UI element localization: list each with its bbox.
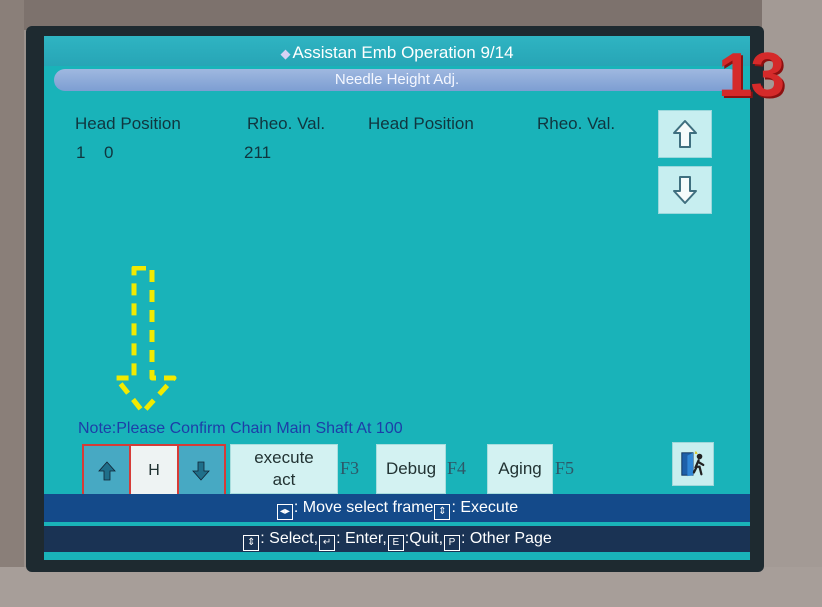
help-execute-text: : Execute: [451, 499, 519, 516]
screen: ◆ Assistan Emb Operation 9/14 Needle Heig…: [44, 36, 750, 560]
select-key-icon: ⇕: [243, 535, 260, 551]
window-title: Assistan Emb Operation 9/14: [292, 43, 514, 62]
enter-key-icon: ↵: [319, 535, 336, 551]
execute-key-label: F3: [340, 458, 360, 478]
annotation-arrow-icon: [113, 266, 177, 415]
device-bezel-left: [0, 0, 24, 607]
col-header-head-position-2: Head Position: [368, 114, 474, 133]
aging-key-label: F5: [555, 458, 575, 478]
page-subtitle: Needle Height Adj.: [54, 69, 740, 91]
aging-button[interactable]: Aging: [487, 444, 553, 494]
help-bar-navigation: ⇕: Select, ↵: Enter, E:Quit, P: Other Page: [44, 526, 750, 552]
title-bar: ◆ Assistan Emb Operation 9/14: [44, 36, 750, 66]
value-stepper[interactable]: H: [82, 444, 226, 498]
execute-label-line2: act: [272, 470, 296, 489]
stepper-down-button[interactable]: [178, 446, 224, 496]
debug-button[interactable]: Debug: [376, 444, 446, 494]
col-header-rheo-val-1: Rheo. Val.: [247, 114, 326, 133]
diamond-icon: ◆: [280, 46, 291, 61]
page-down-button[interactable]: [658, 166, 712, 214]
page-up-button[interactable]: [658, 110, 712, 158]
step-number-badge: 13: [718, 41, 785, 110]
help-move-text: : Move select frame: [293, 499, 434, 516]
execute-label-line1: execute: [254, 448, 314, 467]
row-index: 1: [76, 143, 86, 162]
execute-act-button[interactable]: execute act: [230, 444, 338, 494]
note-text: Note:Please Confirm Chain Main Shaft At …: [78, 420, 403, 437]
help-enter-text: : Enter,: [336, 530, 387, 547]
move-frame-key-icon: ◂▸: [276, 504, 293, 520]
arrow-down-icon: [673, 176, 697, 204]
exit-door-icon: [681, 450, 705, 477]
debug-key-label: F4: [447, 458, 467, 478]
stepper-up-button[interactable]: [84, 446, 130, 496]
row-rheo-val: 211: [244, 143, 272, 162]
exit-button[interactable]: [672, 442, 714, 486]
col-header-rheo-val-2: Rheo. Val.: [537, 114, 616, 133]
col-header-head-position-1: Head Position: [75, 114, 181, 133]
stepper-value: H: [129, 446, 179, 496]
help-quit-text: :Quit,: [404, 530, 444, 547]
device-bezel-bottom: [0, 567, 822, 607]
help-bar-actions: ◂▸: Move select frame ⇕: Execute: [44, 494, 750, 522]
help-select-text: : Select,: [260, 530, 319, 547]
page-key-icon: P: [444, 535, 461, 551]
row-head-position: 0: [104, 143, 114, 162]
execute-key-icon: ⇕: [434, 504, 451, 520]
arrow-down-icon: [192, 461, 211, 481]
esc-key-icon: E: [387, 535, 404, 551]
help-other-page-text: : Other Page: [461, 530, 552, 547]
arrow-up-icon: [673, 120, 697, 148]
arrow-up-icon: [97, 461, 116, 481]
